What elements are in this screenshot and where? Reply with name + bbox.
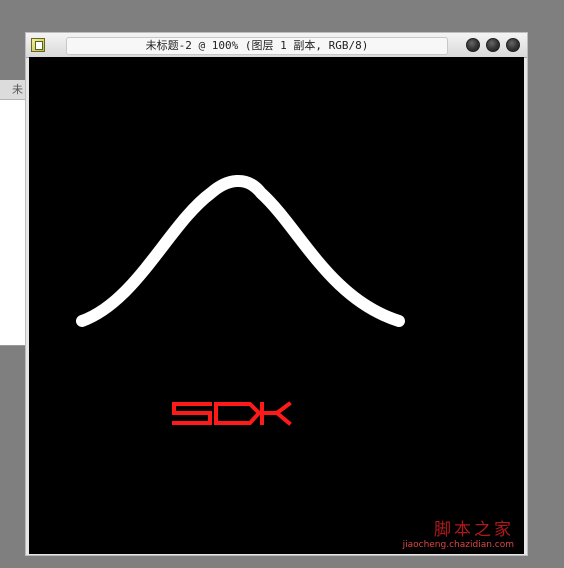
watermark-title: 脚本之家: [434, 520, 514, 540]
sdk-logo-text: [172, 401, 292, 426]
minimize-button[interactable]: [466, 38, 480, 52]
background-tab-label: 未: [12, 83, 23, 96]
document-title: 未标题-2 @ 100% (图层 1 副本, RGB/8): [66, 37, 448, 55]
maximize-button[interactable]: [486, 38, 500, 52]
close-button[interactable]: [506, 38, 520, 52]
watermark: 脚本之家 jiaocheng.chazidian.com: [403, 515, 514, 550]
document-window: 未标题-2 @ 100% (图层 1 副本, RGB/8) 脚本之家 jiaoc…: [25, 32, 528, 556]
document-icon: [31, 38, 45, 52]
document-titlebar[interactable]: 未标题-2 @ 100% (图层 1 副本, RGB/8): [26, 33, 527, 58]
watermark-url: jiaocheng.chazidian.com: [402, 540, 514, 550]
image-canvas[interactable]: 脚本之家 jiaocheng.chazidian.com: [29, 57, 524, 554]
